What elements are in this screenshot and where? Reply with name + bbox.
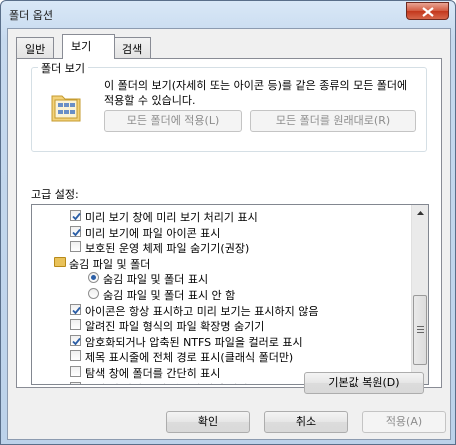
- setting-label: 폴더 및 바탕 화면 항목에 팝업 설명 표시: [85, 381, 271, 384]
- tree-scrollbar[interactable]: [411, 205, 428, 384]
- setting-row[interactable]: 알려진 파일 형식의 파일 확장명 숨기기: [32, 317, 412, 333]
- setting-label: 알려진 파일 형식의 파일 확장명 숨기기: [85, 320, 265, 334]
- scroll-up-icon[interactable]: [413, 206, 428, 221]
- tab-search-label: 검색: [122, 43, 143, 56]
- setting-row[interactable]: 숨김 파일 및 폴더 표시 안 함: [32, 286, 412, 302]
- tab-view[interactable]: 보기: [62, 34, 115, 59]
- tab-general-label: 일반: [25, 43, 46, 56]
- setting-row[interactable]: 암호화되거나 압축된 NTFS 파일을 컬러로 표시: [32, 333, 412, 349]
- setting-label: 탐색 창에 폴더를 간단히 표시: [85, 366, 221, 380]
- scrollbar-thumb[interactable]: [413, 295, 427, 365]
- restore-defaults-button[interactable]: 기본값 복원(D): [304, 372, 424, 394]
- close-icon: [422, 7, 434, 17]
- advanced-settings-list: 미리 보기 창에 미리 보기 처리기 표시미리 보기에 파일 아이콘 표시보호된…: [32, 208, 412, 384]
- advanced-settings-tree[interactable]: 미리 보기 창에 미리 보기 처리기 표시미리 보기에 파일 아이콘 표시보호된…: [31, 204, 429, 385]
- setting-radio[interactable]: [88, 287, 99, 299]
- setting-row[interactable]: 보호된 운영 체제 파일 숨기기(권장): [32, 239, 412, 255]
- window-title: 폴더 옵션: [9, 9, 53, 22]
- view-tab-panel: 폴더 보기 이 폴더의 보기(자세히 또는 아이콘 등)를 같은 종류의 모든 …: [16, 58, 442, 388]
- title-bar[interactable]: 폴더 옵션: [1, 1, 455, 27]
- dialog-client: 일반 보기 검색 폴더 보기 이 폴더의 보기(자세히 또는 아이콘 등)를 같…: [7, 28, 451, 440]
- setting-checkbox[interactable]: [70, 210, 81, 221]
- setting-row[interactable]: 아이콘은 항상 표시하고 미리 보기는 표시하지 않음: [32, 302, 412, 318]
- cancel-button[interactable]: 취소: [264, 411, 348, 433]
- setting-row[interactable]: 미리 보기에 파일 아이콘 표시: [32, 224, 412, 240]
- folder-views-group: 폴더 보기 이 폴더의 보기(자세히 또는 아이콘 등)를 같은 종류의 모든 …: [31, 60, 427, 152]
- setting-label: 숨김 파일 및 폴더 표시 안 함: [103, 288, 236, 302]
- tab-view-label: 보기: [71, 40, 92, 53]
- apply-button[interactable]: 적용(A): [362, 411, 446, 433]
- tab-general[interactable]: 일반: [16, 37, 55, 58]
- setting-row[interactable]: 미리 보기 창에 미리 보기 처리기 표시: [32, 208, 412, 224]
- setting-checkbox[interactable]: [70, 241, 81, 253]
- advanced-settings-label: 고급 설정:: [31, 188, 79, 201]
- setting-label: 아이콘은 항상 표시하고 미리 보기는 표시하지 않음: [85, 304, 319, 318]
- close-button[interactable]: [406, 2, 449, 20]
- folder-views-description: 이 폴더의 보기(자세히 또는 아이콘 등)를 같은 종류의 모든 폴더에 적용…: [104, 79, 408, 107]
- setting-label: 제목 표시줄에 전체 경로 표시(클래식 폴더만): [85, 351, 294, 365]
- setting-label: 미리 보기에 파일 아이콘 표시: [85, 226, 221, 240]
- folder-views-legend: 폴더 보기: [38, 60, 88, 76]
- setting-checkbox[interactable]: [70, 365, 81, 377]
- setting-radio[interactable]: [88, 272, 99, 284]
- reset-folders-button[interactable]: 모든 폴더를 원래대로(R): [250, 110, 416, 132]
- setting-row[interactable]: 숨김 파일 및 폴더 표시: [32, 270, 412, 286]
- setting-label: 암호화되거나 압축된 NTFS 파일을 컬러로 표시: [85, 335, 303, 349]
- setting-checkbox[interactable]: [70, 381, 81, 384]
- setting-label: 미리 보기 창에 미리 보기 처리기 표시: [85, 211, 258, 224]
- folder-options-window: 폴더 옵션 일반 보기 검색 폴더 보기 이 폴더의 보기(자세히 또는 아이콘…: [0, 0, 456, 445]
- folder-icon: [54, 256, 66, 267]
- setting-label: 보호된 운영 체제 파일 숨기기(권장): [85, 242, 250, 256]
- setting-checkbox[interactable]: [70, 334, 81, 346]
- setting-checkbox[interactable]: [70, 225, 81, 237]
- ok-button[interactable]: 확인: [166, 411, 250, 433]
- setting-checkbox[interactable]: [70, 319, 81, 331]
- tab-search[interactable]: 검색: [113, 37, 152, 58]
- setting-row[interactable]: 제목 표시줄에 전체 경로 표시(클래식 폴더만): [32, 348, 412, 364]
- setting-checkbox[interactable]: [70, 303, 81, 315]
- setting-row[interactable]: 숨김 파일 및 폴더: [32, 255, 412, 271]
- folder-view-icon: [51, 95, 81, 122]
- apply-to-folders-button[interactable]: 모든 폴더에 적용(L): [104, 110, 242, 132]
- setting-label: 숨김 파일 및 폴더: [69, 257, 151, 271]
- setting-label: 숨김 파일 및 폴더 표시: [103, 273, 209, 287]
- setting-checkbox[interactable]: [70, 350, 81, 362]
